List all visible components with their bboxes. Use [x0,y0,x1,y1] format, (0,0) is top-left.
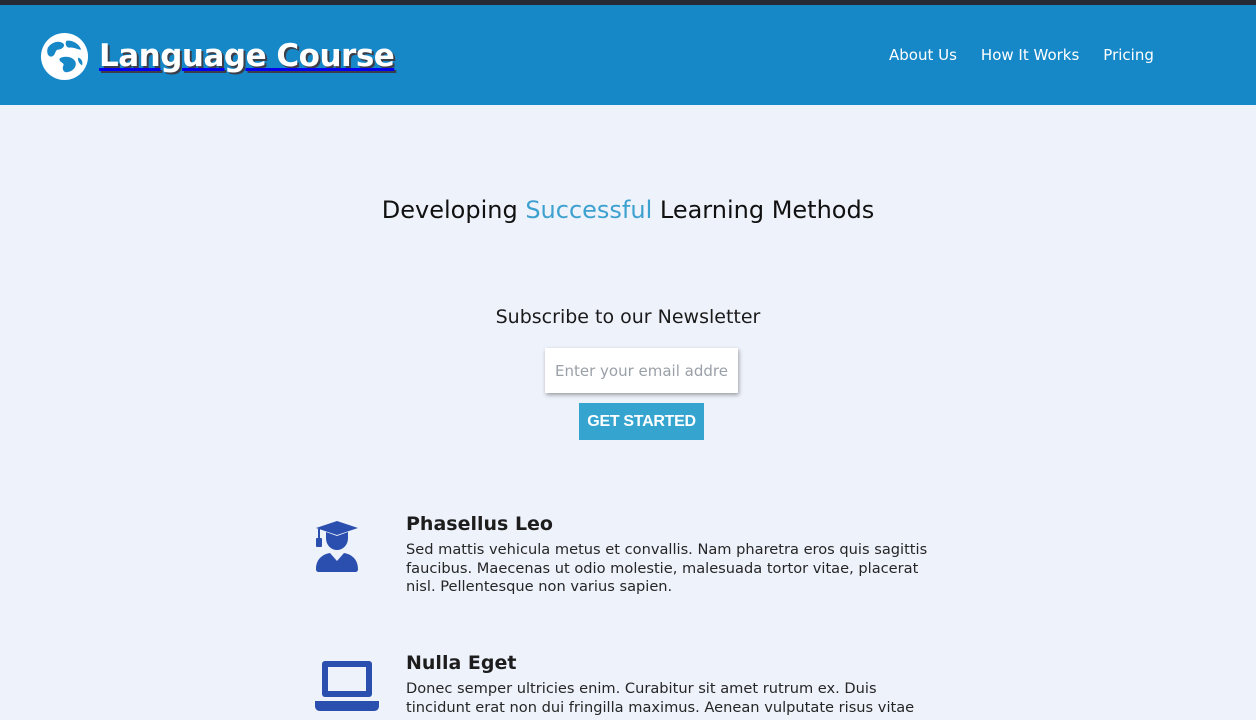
nav-how-it-works[interactable]: How It Works [981,45,1079,65]
headline-part-1: Developing [381,196,526,224]
email-input[interactable] [545,348,738,393]
logo-link[interactable]: Language Course [40,31,395,81]
newsletter-title: Subscribe to our Newsletter [495,306,761,328]
headline-accent: Successful [525,196,653,224]
hero-headline: Developing Successful Learning Methods [0,194,1256,226]
headline-part-2: Learning Methods [652,196,875,224]
feature-title: Nulla Eget [406,652,517,674]
get-started-button[interactable]: GET STARTED [579,403,704,440]
main-nav: About Us How It Works Pricing [889,45,1154,65]
feature-title: Phasellus Leo [406,513,553,535]
feature-text: Donec semper ultricies enim. Curabitur s… [406,680,915,716]
site-header: Language Course About Us How It Works Pr… [0,5,1256,105]
laptop-icon [315,661,379,711]
graduate-icon [316,521,358,572]
nav-about-us[interactable]: About Us [889,45,957,65]
nav-pricing[interactable]: Pricing [1103,45,1154,65]
feature-text: Sed mattis vehicula metus et convallis. … [406,541,928,595]
brand-name: Language Course [99,38,395,74]
globe-icon [40,32,89,80]
